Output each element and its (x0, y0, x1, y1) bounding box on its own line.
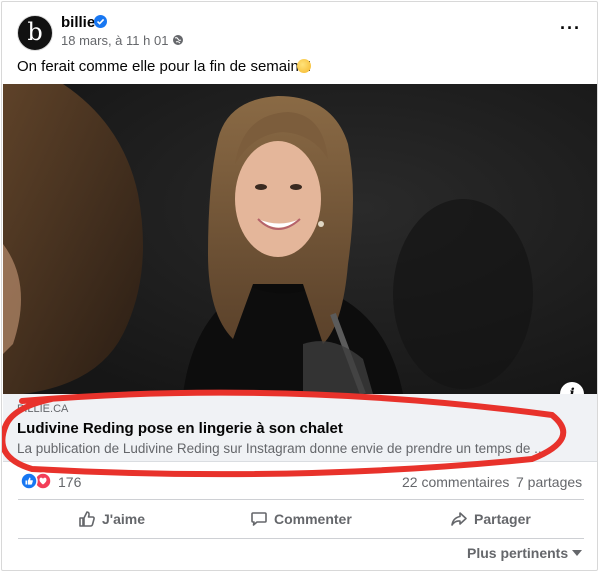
link-title[interactable]: Ludivine Reding pose en lingerie à son c… (17, 420, 343, 437)
photo-illustration (3, 84, 597, 394)
link-domain: BILLIE.CA (17, 403, 69, 415)
avatar[interactable]: b (17, 15, 53, 51)
post-timestamp[interactable]: 18 mars, à 11 h 01 · (61, 33, 176, 48)
comment-button[interactable]: Commenter (250, 502, 352, 536)
like-label: J'aime (102, 511, 146, 527)
post-photo[interactable] (3, 84, 597, 394)
comments-count[interactable]: 22 commentaires (402, 474, 509, 490)
like-button[interactable]: J'aime (78, 502, 145, 536)
comment-label: Commenter (274, 511, 352, 527)
comments-sort-dropdown[interactable]: Plus pertinents (467, 545, 568, 561)
reaction-count[interactable]: 176 (58, 474, 81, 490)
reaction-icons[interactable] (19, 472, 53, 490)
more-options-icon[interactable]: ··· (560, 18, 581, 39)
share-button[interactable]: Partager (450, 502, 531, 536)
link-description: La publication de Ludivine Reding sur In… (17, 441, 546, 456)
post-card: b billie 18 mars, à 11 h 01 · ··· On fer… (1, 1, 598, 571)
shares-count[interactable]: 7 partages (516, 474, 582, 490)
post-text: On ferait comme elle pour la fin de sema… (17, 58, 312, 75)
share-label: Partager (474, 511, 531, 527)
comment-icon (251, 512, 267, 526)
divider (18, 538, 584, 539)
thumbs-up-icon (79, 511, 95, 527)
chevron-down-icon[interactable] (572, 550, 582, 556)
author-name[interactable]: billie (61, 14, 95, 31)
globe-icon (173, 35, 183, 45)
verified-badge-icon (94, 15, 107, 28)
share-icon (451, 512, 467, 526)
sun-emoji-icon (297, 59, 311, 73)
divider (18, 499, 584, 500)
